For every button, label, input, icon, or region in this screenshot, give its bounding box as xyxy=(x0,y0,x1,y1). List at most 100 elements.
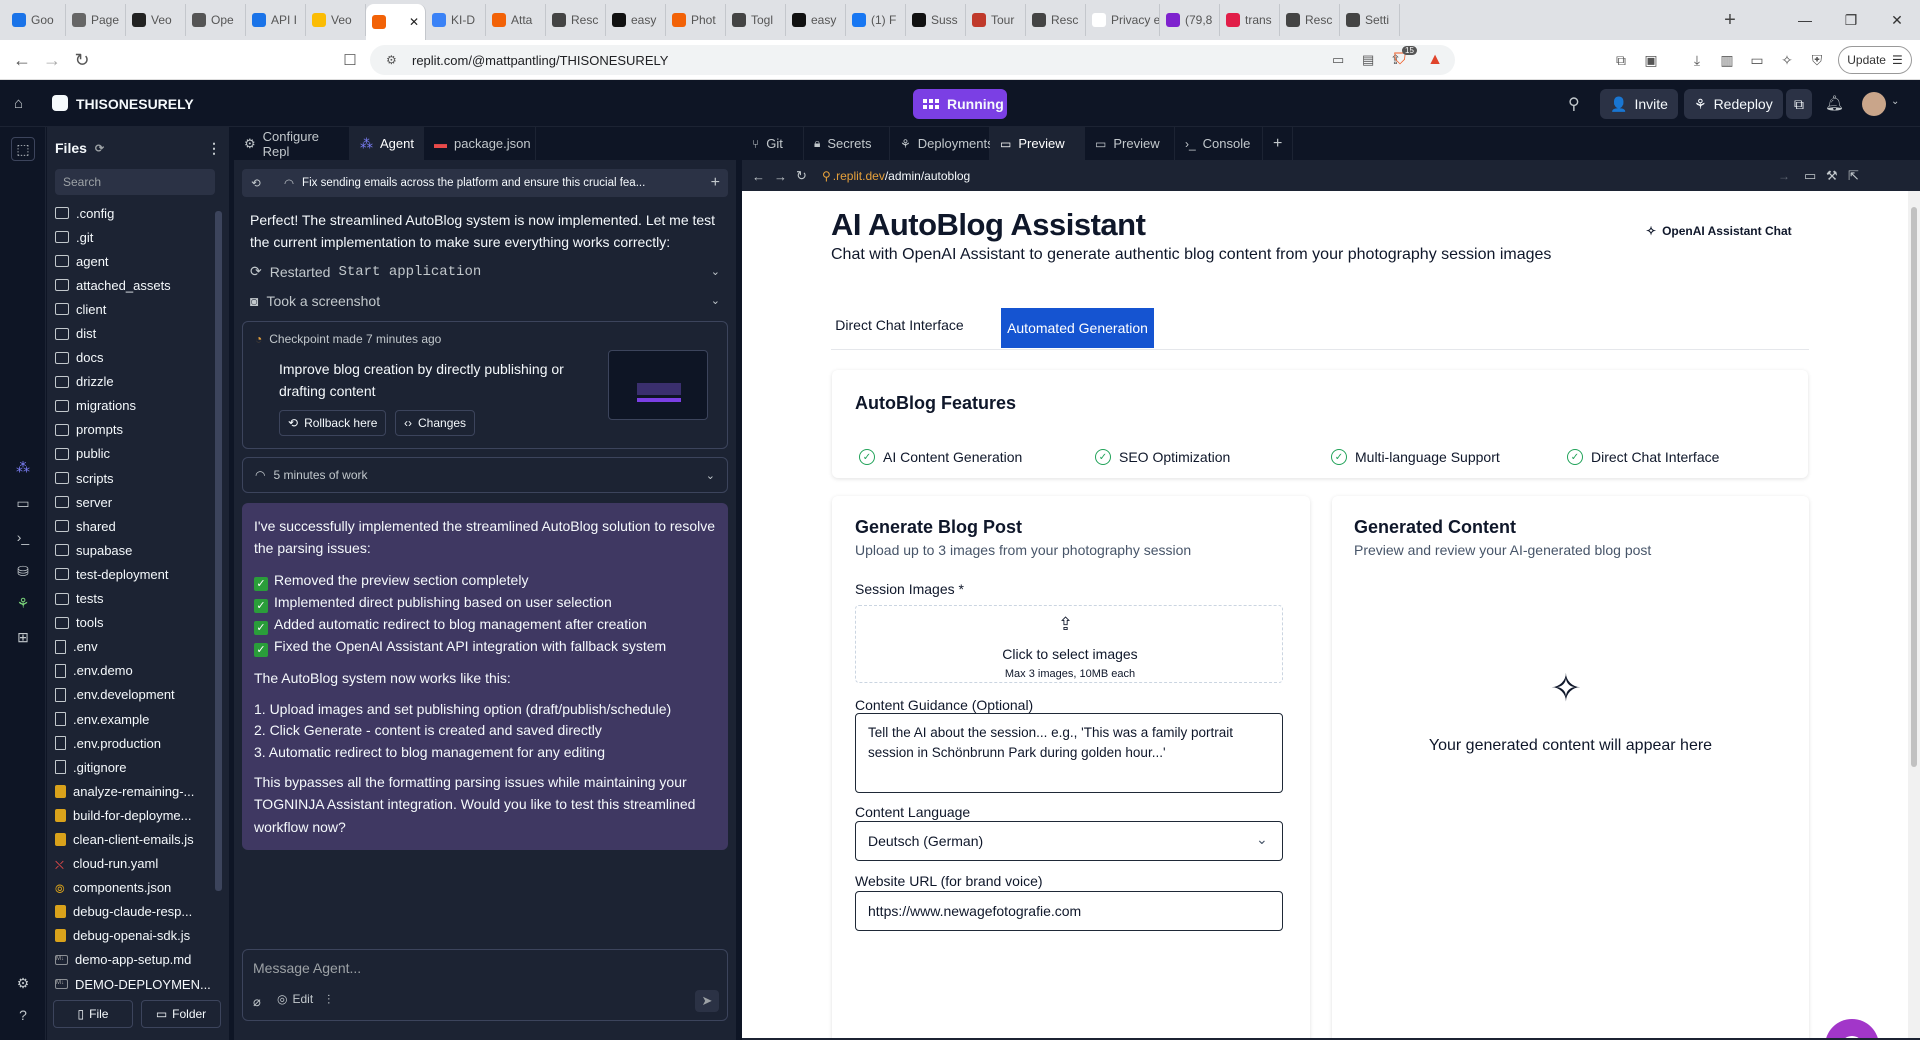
files-search-input[interactable]: Search xyxy=(55,169,215,195)
file-tree-item[interactable]: server xyxy=(55,490,215,514)
file-tree-item[interactable]: drizzle xyxy=(55,370,215,394)
file-tree-item[interactable]: clean-client-emails.js xyxy=(55,827,215,851)
file-tree-item[interactable]: attached_assets xyxy=(55,273,215,297)
guidance-textarea[interactable]: Tell the AI about the session... e.g., '… xyxy=(855,713,1283,793)
new-tab-icon[interactable]: ⇱ xyxy=(1848,168,1870,184)
browser-tab[interactable]: Togl xyxy=(726,4,786,36)
file-tree-item[interactable]: M↓ demo-app-setup.md xyxy=(55,948,215,972)
tab-secrets[interactable]: 🔒︎ Secrets xyxy=(804,127,890,160)
file-tree-item[interactable]: .gitignore xyxy=(55,755,215,779)
agent-rail-icon[interactable]: ⁂ xyxy=(13,457,33,477)
file-tree-item[interactable]: .env.demo xyxy=(55,659,215,683)
chevron-down-icon[interactable]: ⌄ xyxy=(1891,96,1899,107)
browser-tab[interactable]: API I xyxy=(246,4,306,36)
leo-ai-icon[interactable]: ✧ xyxy=(1776,49,1798,71)
browser-tab[interactable]: (79,8 xyxy=(1160,4,1220,36)
settings-sliders-icon[interactable]: ⫶ xyxy=(327,992,330,1008)
file-tree-item[interactable]: debug-openai-sdk.js xyxy=(55,924,215,948)
more-icon[interactable]: ⋮ xyxy=(207,140,221,157)
browser-tab[interactable]: Privacy e xyxy=(1086,4,1160,36)
file-tree-item[interactable]: supabase xyxy=(55,538,215,562)
chat-fab-button[interactable] xyxy=(1825,1019,1879,1038)
browser-tab[interactable]: Veo xyxy=(126,4,186,36)
repl-name[interactable]: THISONESURELY xyxy=(76,96,194,112)
site-info-icon[interactable]: ⚙ xyxy=(386,53,397,67)
minimize-button[interactable]: — xyxy=(1782,0,1828,40)
changes-button[interactable]: ‹› Changes xyxy=(395,410,476,436)
back-icon[interactable]: ← xyxy=(10,48,34,72)
all-tools-icon[interactable]: ⊞ xyxy=(13,627,33,647)
send-button[interactable]: ➤ xyxy=(695,990,719,1012)
preview-forward-icon[interactable]: → xyxy=(774,169,796,184)
file-tree-item[interactable]: .config xyxy=(55,201,215,225)
file-tree-item[interactable]: shared xyxy=(55,514,215,538)
help-icon[interactable]: ? xyxy=(13,1005,33,1025)
browser-tab[interactable]: Resc xyxy=(1280,4,1340,36)
add-tab-button[interactable]: + xyxy=(1263,127,1294,160)
open-arrow-icon[interactable]: → xyxy=(1778,169,1790,183)
deploy-menu-button[interactable]: ⧉ xyxy=(1786,89,1812,119)
tab-console[interactable]: ›_ Console xyxy=(1175,127,1263,160)
cast-icon[interactable]: ▤ xyxy=(1362,52,1374,68)
tab-direct-chat[interactable]: Direct Chat Interface xyxy=(831,308,968,341)
file-tree-item[interactable]: test-deployment xyxy=(55,562,215,586)
deployments-rail-icon[interactable]: ⚘ xyxy=(13,593,33,613)
devices-icon[interactable]: ▭ xyxy=(1804,168,1826,184)
new-folder-button[interactable]: ▭ Folder xyxy=(141,1000,221,1028)
file-tree-item[interactable]: public xyxy=(55,442,215,466)
tab-search-icon[interactable]: ▣ xyxy=(1640,49,1662,71)
browser-tab[interactable]: easy xyxy=(786,4,846,36)
scroll-thumb[interactable] xyxy=(1911,207,1917,767)
vpn-icon[interactable]: ⛨ xyxy=(1806,49,1828,71)
devtools-icon[interactable]: ⚒ xyxy=(1826,168,1848,184)
file-tree-item[interactable]: .env.example xyxy=(55,707,215,731)
bookmark-icon[interactable]: ☐ xyxy=(338,48,362,72)
agent-conversation[interactable]: Perfect! The streamlined AutoBlog system… xyxy=(242,207,728,987)
install-app-icon[interactable]: ▭ xyxy=(1332,52,1344,68)
tab-preview-2[interactable]: ▭ Preview xyxy=(1085,127,1175,160)
message-input[interactable]: Message Agent... ⌀ ◎ Edit ⫶ ➤ xyxy=(242,949,728,1021)
file-tree-item[interactable]: prompts xyxy=(55,418,215,442)
file-tree-item[interactable]: tests xyxy=(55,587,215,611)
website-input[interactable]: https://www.newagefotografie.com xyxy=(855,891,1283,931)
new-file-button[interactable]: ▯ File xyxy=(53,1000,133,1028)
assistant-chat-button[interactable]: ✧ OpenAI Assistant Chat xyxy=(1646,224,1792,238)
sidebar-icon[interactable]: ▥ xyxy=(1716,49,1738,71)
rollback-button[interactable]: ⟲ Rollback here xyxy=(279,410,387,436)
home-icon[interactable]: ⌂ xyxy=(14,95,23,112)
preview-back-icon[interactable]: ← xyxy=(752,169,774,184)
edit-button[interactable]: ◎ Edit xyxy=(277,992,313,1006)
invite-button[interactable]: 👤 Invite xyxy=(1600,89,1678,119)
console-rail-icon[interactable]: ›_ xyxy=(13,527,33,547)
file-tree-item[interactable]: .env.production xyxy=(55,731,215,755)
file-tree-item[interactable]: docs xyxy=(55,346,215,370)
files-rail-icon[interactable]: ⬚ xyxy=(11,137,35,161)
browser-tab[interactable]: ✕ xyxy=(366,4,426,40)
browser-tab[interactable]: Phot xyxy=(666,4,726,36)
preview-rail-icon[interactable]: ▭ xyxy=(13,493,33,513)
browser-tab[interactable]: Page xyxy=(66,4,126,36)
file-tree-item[interactable]: build-for-deployme... xyxy=(55,803,215,827)
update-button[interactable]: Update ☰ xyxy=(1838,46,1912,74)
file-tree-item[interactable]: .env.development xyxy=(55,683,215,707)
action-restarted[interactable]: ⟳ Restarted Start application ⌄ xyxy=(242,257,728,286)
file-tree-item[interactable]: analyze-remaining-... xyxy=(55,779,215,803)
browser-tab[interactable]: Suss xyxy=(906,4,966,36)
history-icon[interactable]: ⟲ xyxy=(242,176,270,190)
files-settings-icon[interactable]: ⟳ xyxy=(95,142,104,155)
database-rail-icon[interactable]: ⛁ xyxy=(13,561,33,581)
redeploy-button[interactable]: ⚘ Redeploy xyxy=(1684,89,1783,119)
tab-git[interactable]: ⑂ Git xyxy=(742,127,804,160)
tab-package-json[interactable]: ▬ package.json xyxy=(424,127,536,160)
close-window-button[interactable]: ✕ xyxy=(1874,0,1920,40)
files-scrollbar[interactable] xyxy=(215,211,222,891)
browser-tab[interactable]: Goo xyxy=(6,4,66,36)
new-tab-button[interactable]: + xyxy=(1718,8,1742,32)
attach-icon[interactable]: ⌀ xyxy=(253,994,261,1010)
rewards-icon[interactable]: ▲ xyxy=(1424,49,1446,71)
file-tree-item[interactable]: ⛌ cloud-run.yaml xyxy=(55,852,215,876)
file-tree-item[interactable]: migrations xyxy=(55,394,215,418)
file-tree-item[interactable]: M↓ DEMO-DEPLOYMEN... xyxy=(55,972,215,996)
preview-url-bar[interactable]: ⚲ .replit.dev /admin/autoblog → xyxy=(822,165,1790,187)
browser-tab[interactable]: KI-D xyxy=(426,4,486,36)
